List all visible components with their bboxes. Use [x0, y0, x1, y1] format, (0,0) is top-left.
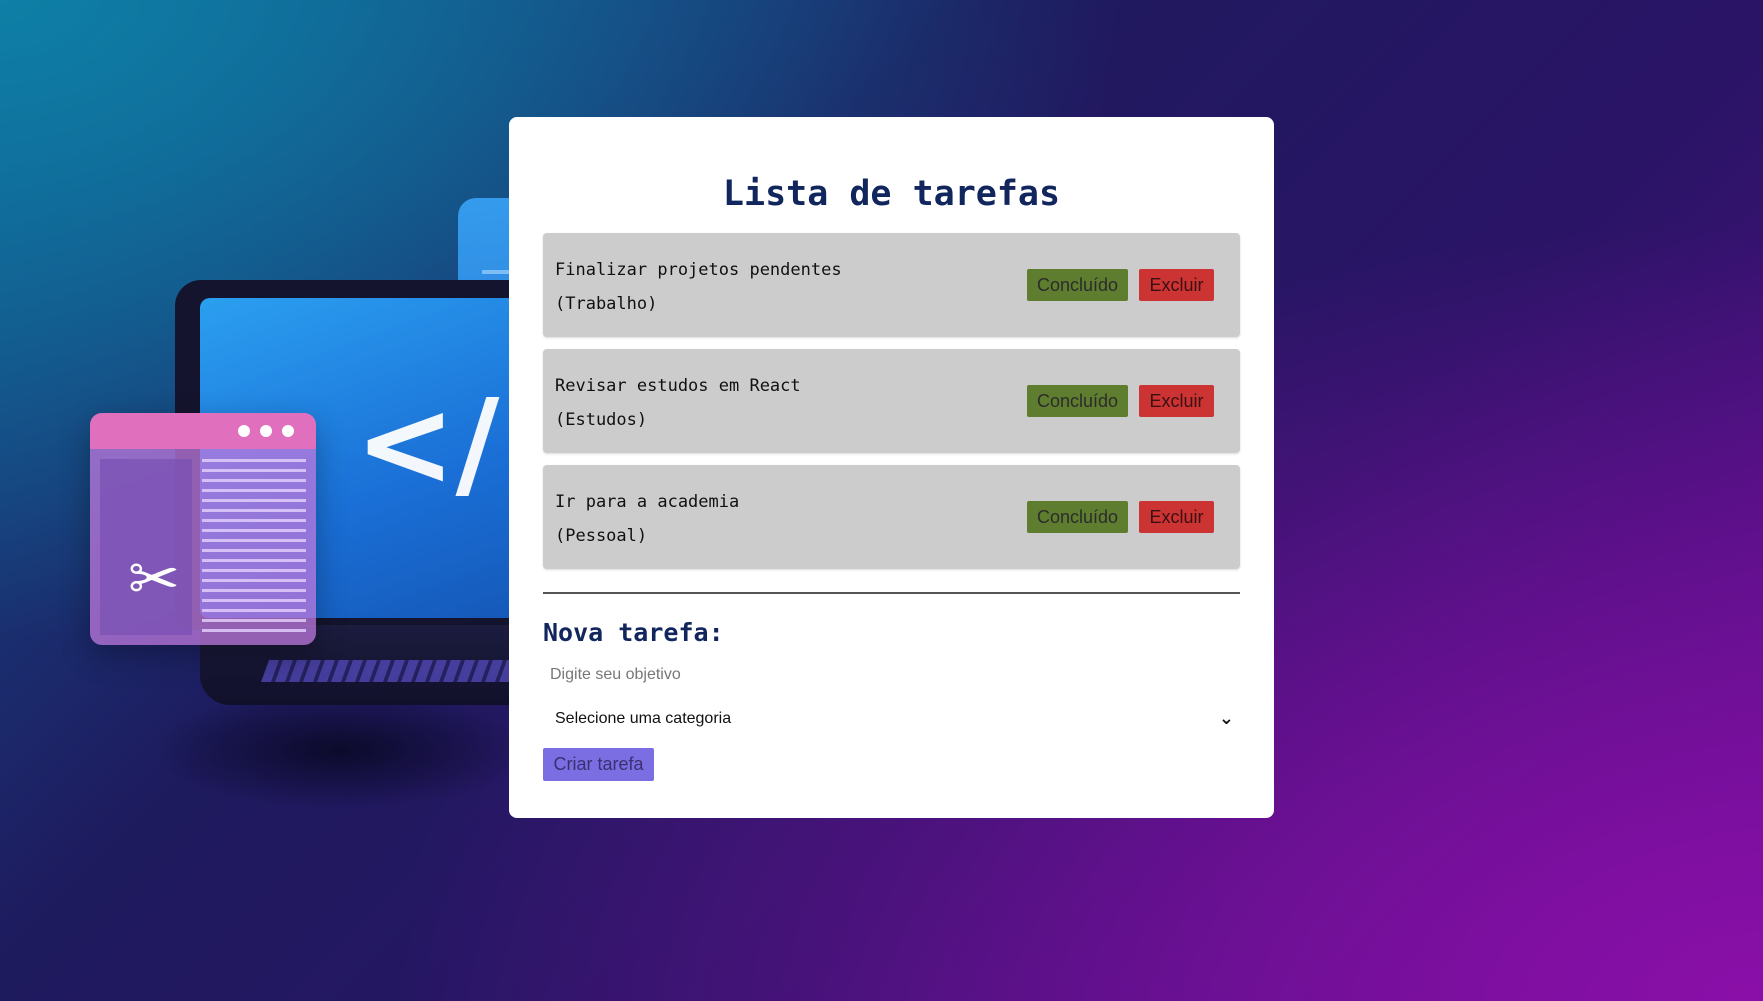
- delete-task-button[interactable]: Excluir: [1139, 269, 1214, 301]
- page-title: Lista de tarefas: [722, 174, 1061, 214]
- window-dot-icon: [260, 425, 272, 437]
- task-name: Revisar estudos em React: [555, 376, 801, 396]
- task-text: Ir para a academia (Pessoal): [555, 485, 739, 553]
- laptop-shadow: [150, 690, 530, 810]
- complete-task-button[interactable]: Concluído: [1027, 501, 1128, 533]
- chevron-down-icon: ⌄: [1218, 708, 1234, 729]
- delete-task-button[interactable]: Excluir: [1139, 385, 1214, 417]
- task-text: Revisar estudos em React (Estudos): [555, 369, 801, 437]
- task-item: Revisar estudos em React (Estudos) Concl…: [543, 349, 1240, 453]
- complete-task-button[interactable]: Concluído: [1027, 385, 1128, 417]
- new-task-heading: Nova tarefa:: [543, 618, 724, 647]
- task-category: (Estudos): [555, 410, 648, 430]
- window-dot-icon: [238, 425, 250, 437]
- task-name: Finalizar projetos pendentes: [555, 260, 842, 280]
- browser-code-lines: [202, 459, 306, 635]
- laptop-keyboard: [260, 660, 540, 682]
- window-dot-icon: [282, 425, 294, 437]
- task-item: Finalizar projetos pendentes (Trabalho) …: [543, 233, 1240, 337]
- section-divider: [543, 592, 1240, 594]
- browser-window-graphic: [90, 413, 316, 645]
- background-illustration: </> ✂: [0, 0, 600, 1001]
- category-select-value: Selecione uma categoria: [555, 710, 732, 727]
- create-task-button[interactable]: Criar tarefa: [543, 748, 654, 781]
- delete-task-button[interactable]: Excluir: [1139, 501, 1214, 533]
- task-item: Ir para a academia (Pessoal) Concluído E…: [543, 465, 1240, 569]
- task-category: (Trabalho): [555, 294, 658, 314]
- task-name: Ir para a academia: [555, 492, 740, 512]
- task-list: Finalizar projetos pendentes (Trabalho) …: [543, 233, 1240, 569]
- tools-icon: ✂: [128, 542, 180, 615]
- category-select[interactable]: Selecione uma categoria ⌄: [543, 704, 1240, 734]
- task-text: Finalizar projetos pendentes (Trabalho): [555, 253, 842, 321]
- complete-task-button[interactable]: Concluído: [1027, 269, 1128, 301]
- objective-input[interactable]: [543, 660, 1240, 690]
- browser-title-bar: [90, 413, 316, 449]
- task-category: (Pessoal): [555, 526, 648, 546]
- todo-card: Lista de tarefas Finalizar projetos pend…: [509, 117, 1274, 818]
